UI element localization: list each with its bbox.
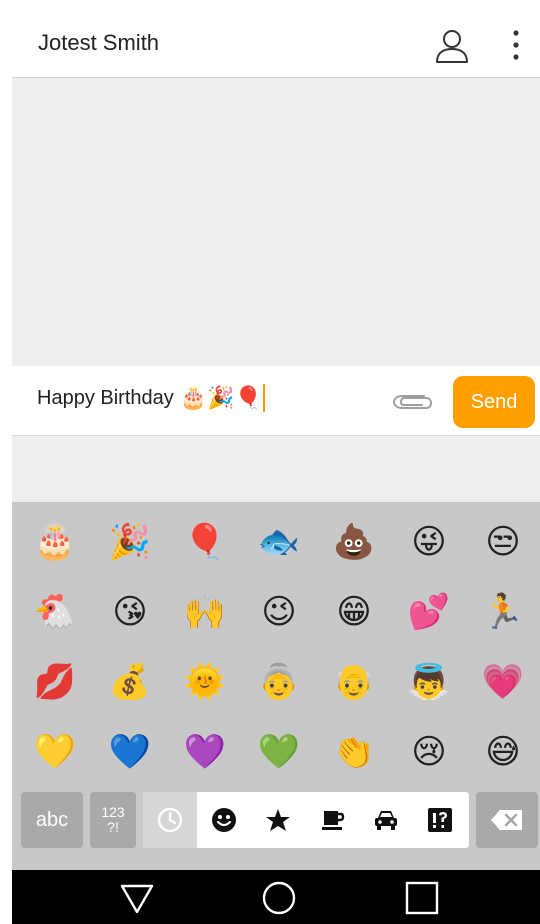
emoji-key[interactable]: 😢 (394, 722, 464, 782)
emoji-key[interactable]: 🏃 (468, 582, 538, 642)
emoji-key[interactable]: 😅 (468, 722, 538, 782)
star-icon (266, 809, 290, 831)
smiley-icon (212, 808, 236, 832)
category-symbols[interactable] (413, 792, 467, 848)
emoji-key[interactable]: 😘 (95, 582, 165, 642)
emoji-key[interactable]: 💛 (20, 722, 90, 782)
more-vert-icon[interactable] (508, 26, 524, 66)
person-icon[interactable] (432, 26, 472, 66)
emoji-key[interactable]: 🎉 (95, 512, 165, 572)
symbols-key[interactable]: 123 ?! (90, 792, 136, 848)
emoji-key[interactable]: 👴 (319, 652, 389, 712)
category-nature[interactable] (251, 792, 305, 848)
car-icon (375, 811, 397, 830)
emoji-key[interactable]: 💋 (20, 652, 90, 712)
category-smileys[interactable] (197, 792, 251, 848)
emoji-key[interactable]: 💩 (319, 512, 389, 572)
emoji-key[interactable]: 💜 (170, 722, 240, 782)
emoji-key[interactable]: 💚 (244, 722, 314, 782)
emoji-keyboard: 🎂 🎉 🎈 🐟 💩 😜 😒 🐔 😘 🙌 😉 😁 💕 🏃 💋 💰 🌞 👵 👴 👼 … (12, 502, 540, 870)
party-popper-emoji: 🎉 (207, 385, 235, 410)
emoji-category-bar (143, 792, 469, 848)
paperclip-icon[interactable] (390, 388, 434, 414)
emoji-key[interactable]: 😁 (319, 582, 389, 642)
emoji-key[interactable]: 🎂 (20, 512, 90, 572)
balloon-emoji: 🎈 (234, 385, 262, 410)
emoji-key[interactable]: 👏 (319, 722, 389, 782)
emoji-key[interactable]: 👼 (394, 652, 464, 712)
clock-icon (157, 807, 183, 833)
symbols-key-bottom-label: ?! (107, 819, 119, 835)
emoji-key[interactable]: 🎈 (170, 512, 240, 572)
emoji-key[interactable]: 😒 (468, 512, 538, 572)
category-food[interactable] (305, 792, 359, 848)
backspace-icon (491, 810, 522, 830)
emoji-key[interactable]: 🐔 (20, 582, 90, 642)
message-input[interactable]: Happy Birthday 🎂 🎉 🎈 (37, 384, 265, 412)
message-list[interactable] (12, 78, 540, 366)
emoji-key[interactable]: 💙 (95, 722, 165, 782)
message-text: Happy Birthday (37, 386, 174, 409)
abc-key[interactable]: abc (21, 792, 83, 848)
system-navigation-bar (12, 870, 540, 924)
emoji-key[interactable]: 😜 (394, 512, 464, 572)
recents-square-icon[interactable] (404, 880, 440, 916)
emoji-key[interactable]: 💗 (468, 652, 538, 712)
contact-name: Jotest Smith (38, 30, 160, 55)
symbols-icon (428, 808, 452, 832)
emoji-key[interactable]: 🐟 (244, 512, 314, 572)
composer-spacer (12, 436, 540, 502)
emoji-key[interactable]: 🙌 (170, 582, 240, 642)
text-cursor (262, 384, 265, 412)
category-recent[interactable] (143, 792, 197, 848)
cake-emoji: 🎂 (179, 385, 208, 410)
emoji-key[interactable]: 💰 (95, 652, 165, 712)
back-triangle-icon[interactable] (119, 880, 155, 916)
home-circle-icon[interactable] (261, 880, 297, 916)
coffee-icon (322, 811, 345, 830)
emoji-key[interactable]: 💕 (394, 582, 464, 642)
emoji-grid: 🎂 🎉 🎈 🐟 💩 😜 😒 🐔 😘 🙌 😉 😁 💕 🏃 💋 💰 🌞 👵 👴 👼 … (12, 502, 540, 786)
emoji-key[interactable]: 🌞 (170, 652, 240, 712)
emoji-key[interactable]: 😉 (244, 582, 314, 642)
send-button[interactable]: Send (453, 376, 535, 428)
message-composer: Happy Birthday 🎂 🎉 🎈 Send (12, 366, 540, 436)
emoji-key[interactable]: 👵 (244, 652, 314, 712)
category-travel[interactable] (359, 792, 413, 848)
keyboard-bottom-row: abc 123 ?! (12, 790, 540, 848)
app-header: Jotest Smith (0, 0, 540, 78)
delete-key[interactable] (476, 792, 538, 848)
symbols-key-top-label: 123 (101, 804, 125, 820)
